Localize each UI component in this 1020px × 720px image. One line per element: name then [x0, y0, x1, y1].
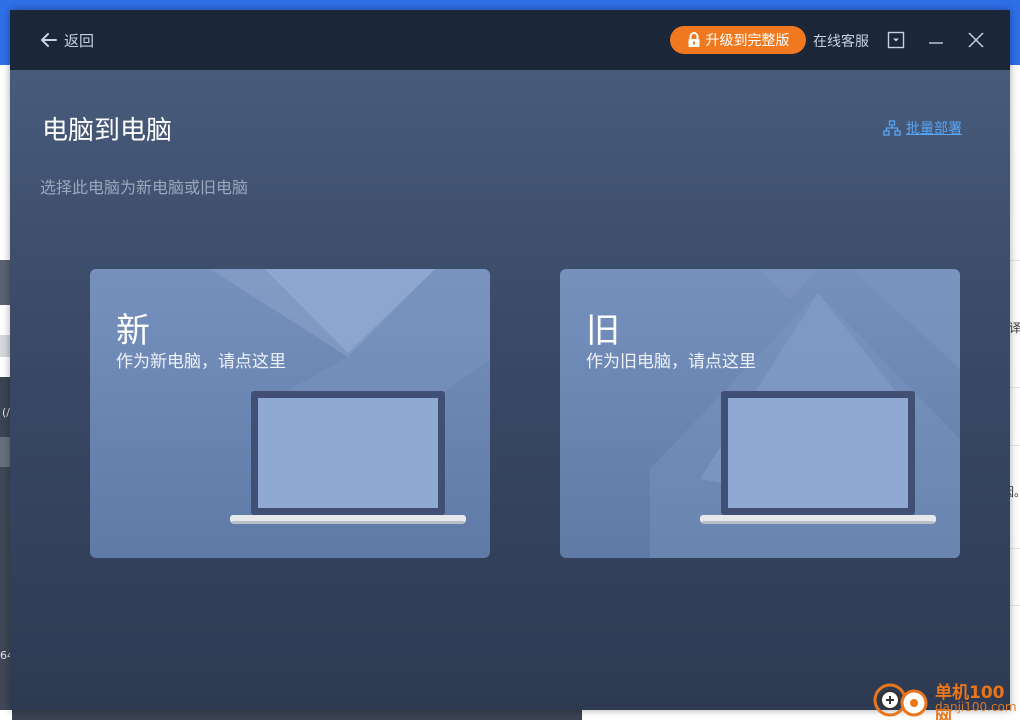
watermark: 单机100网 danji100.com — [868, 676, 1020, 720]
lock-icon — [688, 32, 699, 47]
back-button[interactable]: 返回 — [40, 28, 94, 52]
watermark-logo-icon — [873, 683, 928, 717]
background-bottom-strip — [0, 710, 1020, 720]
watermark-url: danji100.com — [935, 700, 1017, 714]
minimize-icon — [929, 42, 943, 44]
upgrade-label: 升级到完整版 — [705, 33, 790, 49]
background-text-fragment: (/ — [2, 406, 10, 419]
old-pc-card[interactable]: 旧 作为旧电脑，请点这里 — [560, 269, 960, 558]
batch-deploy-label: 批量部署 — [906, 121, 962, 137]
back-arrow-icon — [41, 33, 57, 47]
new-pc-card[interactable]: 新 作为新电脑，请点这里 — [90, 269, 490, 558]
new-label: 新 — [116, 311, 150, 351]
new-description: 作为新电脑，请点这里 — [116, 352, 286, 372]
online-support-link[interactable]: 在线客服 — [813, 31, 869, 51]
page-subtitle: 选择此电脑为新电脑或旧电脑 — [40, 178, 249, 197]
pc-to-pc-dialog: 返回 升级到完整版 在线客服 电脑到电脑 选择此电脑为新电脑或旧电脑 批量部署 … — [10, 10, 1010, 710]
page-title: 电脑到电脑 — [42, 116, 173, 146]
title-bar: 返回 升级到完整版 在线客服 — [10, 10, 1010, 70]
back-label: 返回 — [64, 31, 95, 50]
old-label: 旧 — [586, 311, 620, 351]
background-text-fragment: 译 — [1009, 321, 1020, 335]
close-icon — [968, 32, 984, 48]
batch-deploy-link[interactable]: 批量部署 — [883, 118, 962, 138]
laptop-icon — [230, 391, 466, 524]
minimize-button[interactable] — [924, 28, 948, 52]
dropdown-icon — [887, 31, 905, 49]
network-icon — [883, 120, 901, 136]
upgrade-button[interactable]: 升级到完整版 — [670, 26, 806, 54]
old-description: 作为旧电脑，请点这里 — [586, 352, 756, 372]
dropdown-menu-button[interactable] — [884, 28, 908, 52]
close-button[interactable] — [964, 28, 988, 52]
laptop-icon — [700, 391, 936, 524]
